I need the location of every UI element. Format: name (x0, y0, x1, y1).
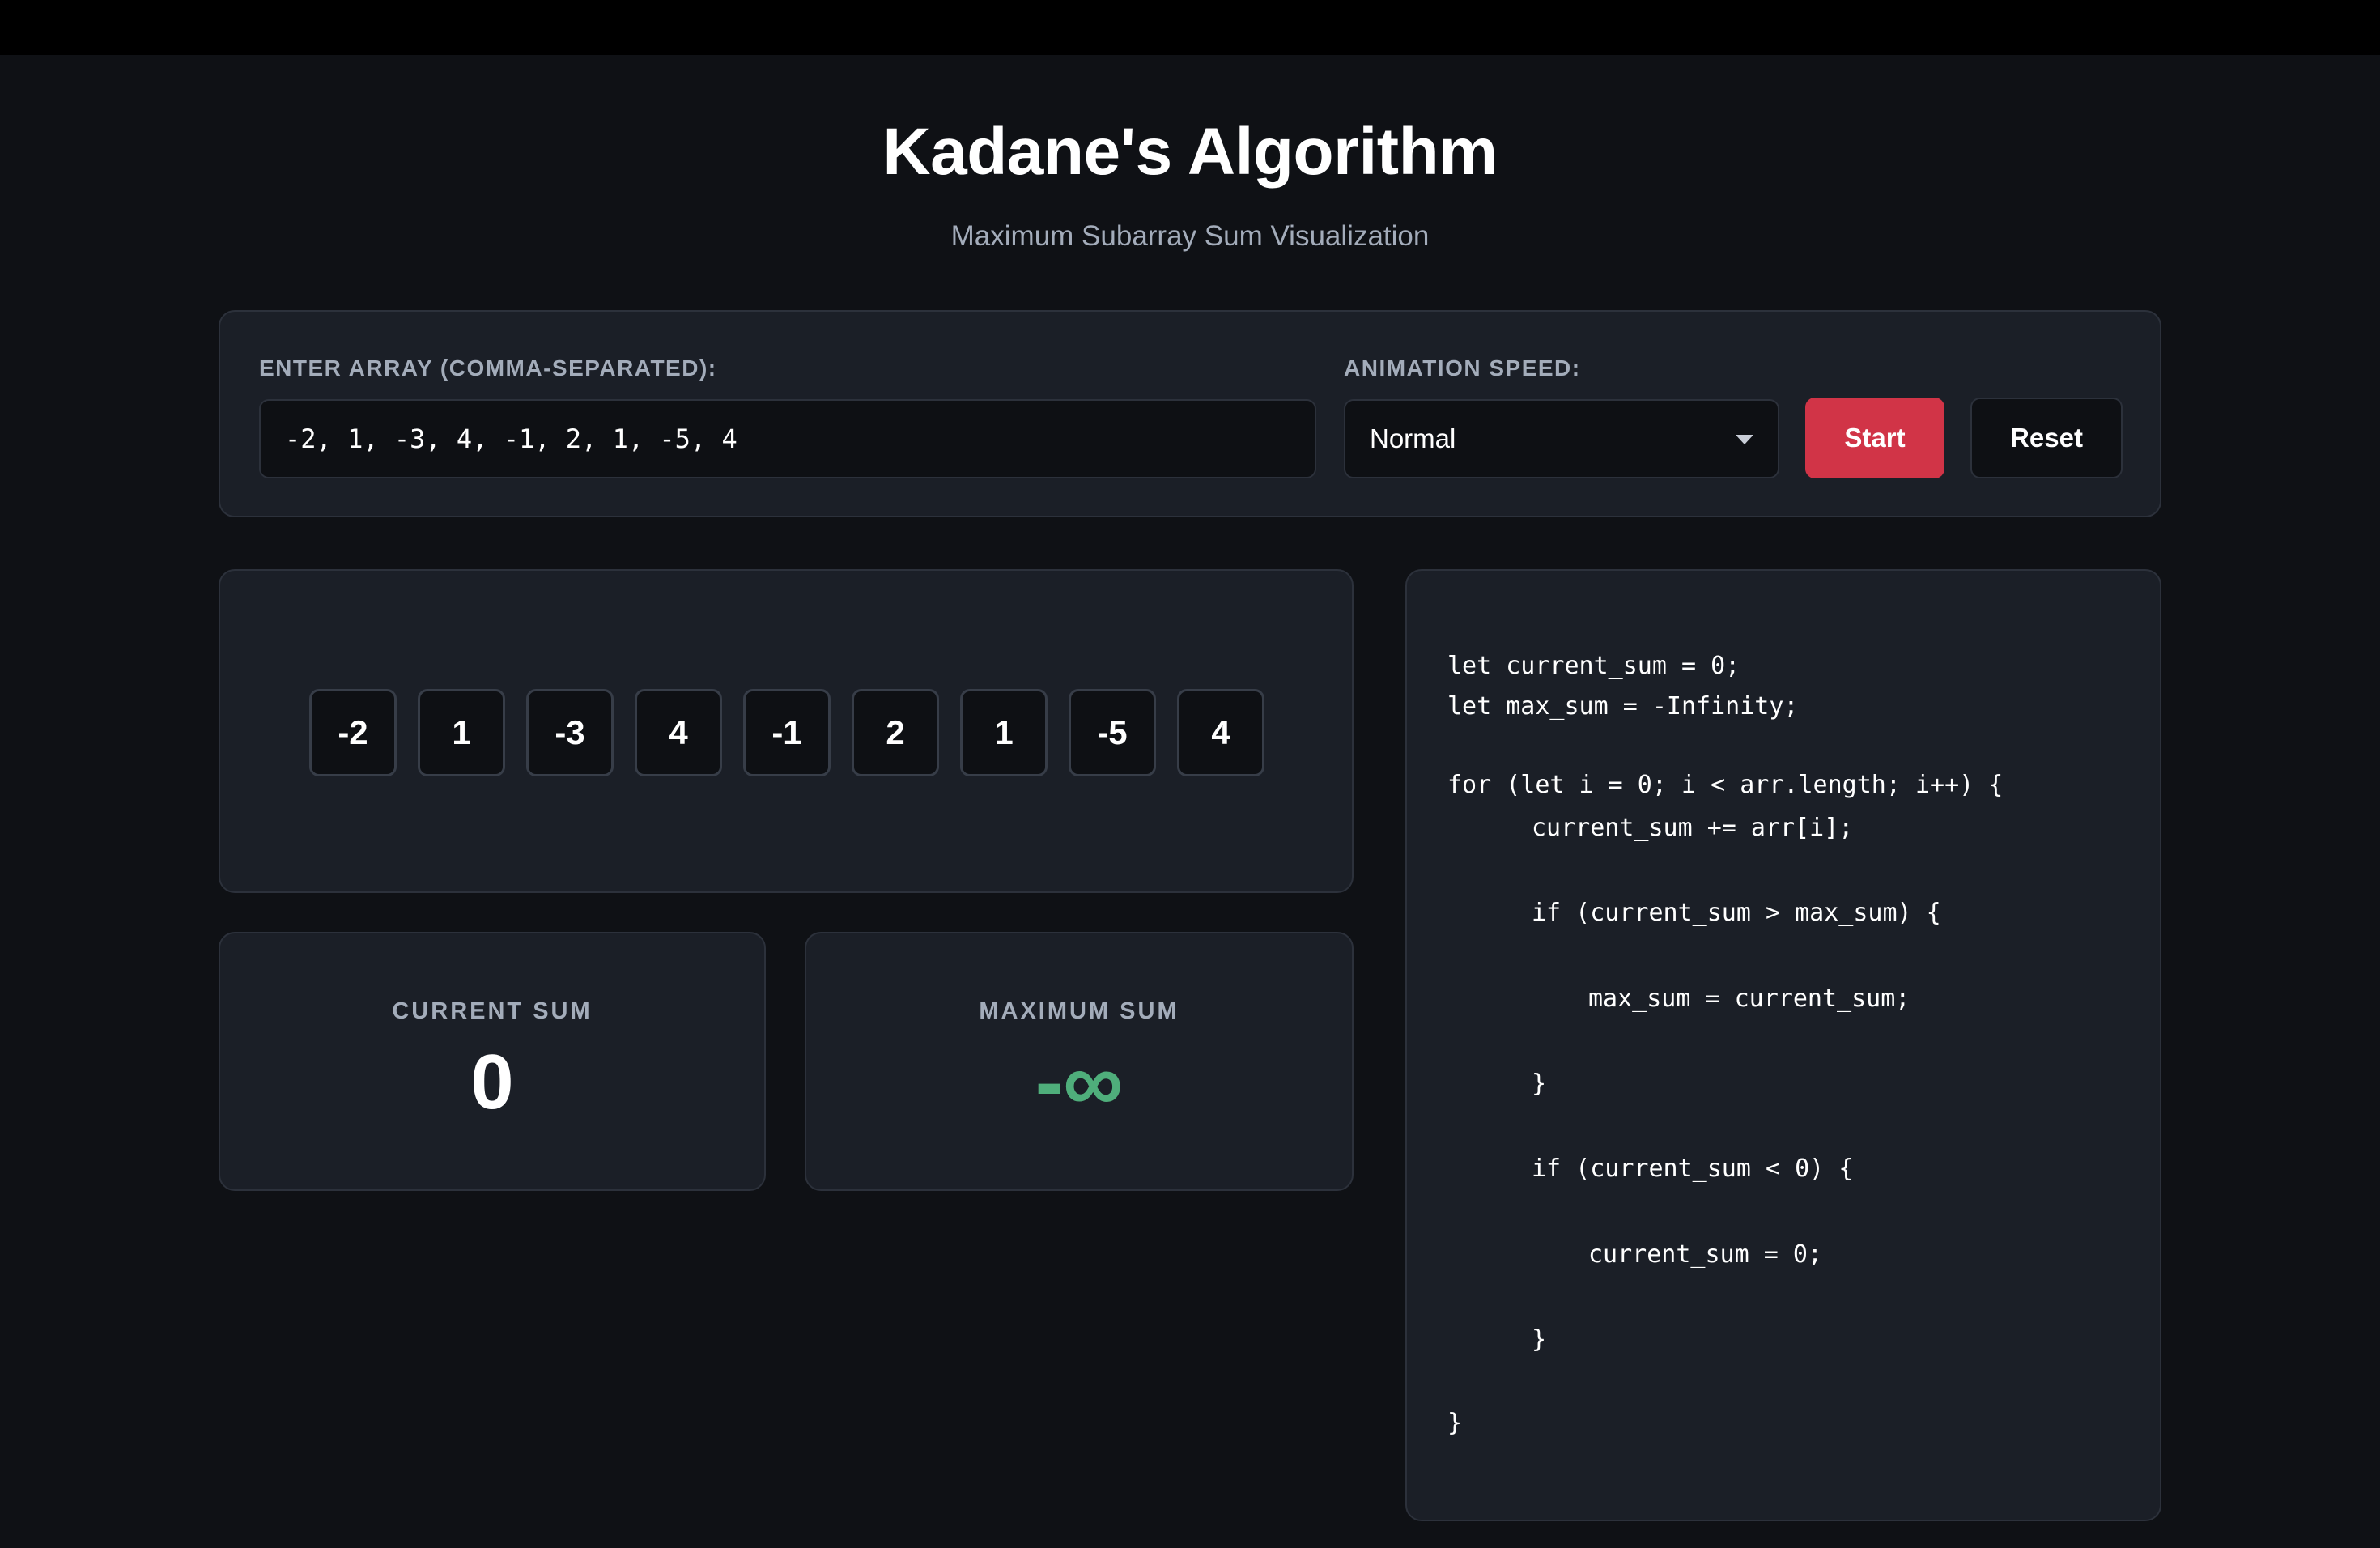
current-sum-card: CURRENT SUM 0 (219, 932, 766, 1191)
reset-button[interactable]: Reset (1970, 398, 2123, 478)
current-sum-label: CURRENT SUM (392, 998, 593, 1024)
array-input-label: ENTER ARRAY (COMMA-SEPARATED): (259, 355, 717, 381)
current-sum-value: 0 (470, 1039, 514, 1125)
maximum-sum-card: MAXIMUM SUM -∞ (805, 932, 1354, 1191)
array-cell: 4 (635, 689, 722, 776)
array-visualization-panel: -2 1 -3 4 -1 2 1 -5 4 (219, 569, 1354, 893)
code-line: } (1532, 1325, 1547, 1354)
code-line: current_sum += arr[i]; (1532, 814, 1854, 842)
array-cell: -5 (1069, 689, 1156, 776)
array-input[interactable] (259, 399, 1316, 478)
array-cell: -1 (743, 689, 831, 776)
controls-panel: ENTER ARRAY (COMMA-SEPARATED): ANIMATION… (219, 310, 2161, 517)
page-title: Kadane's Algorithm (882, 115, 1498, 189)
code-line: for (let i = 0; i < arr.length; i++) { (1447, 771, 2004, 799)
speed-select[interactable]: Normal (1344, 399, 1779, 478)
code-line: } (1532, 1070, 1547, 1098)
code-line: let max_sum = -Infinity; (1447, 692, 1799, 721)
code-line: } (1447, 1409, 1463, 1437)
code-panel: let current_sum = 0; let max_sum = -Infi… (1405, 569, 2161, 1521)
array-cell: -2 (309, 689, 397, 776)
maximum-sum-value: -∞ (1035, 1036, 1124, 1129)
array-cell: -3 (526, 689, 614, 776)
speed-label: ANIMATION SPEED: (1344, 355, 1581, 381)
array-cell: 1 (418, 689, 505, 776)
chevron-down-icon (1736, 435, 1753, 444)
code-line: current_sum = 0; (1588, 1240, 1822, 1269)
array-cells: -2 1 -3 4 -1 2 1 -5 4 (309, 689, 1264, 776)
code-line: max_sum = current_sum; (1588, 985, 1910, 1013)
code-line: if (current_sum > max_sum) { (1532, 899, 1941, 927)
code-line: if (current_sum < 0) { (1532, 1155, 1854, 1183)
window-top-bar (0, 0, 2380, 55)
array-cell: 2 (852, 689, 939, 776)
speed-selected-value: Normal (1370, 423, 1456, 453)
start-button[interactable]: Start (1805, 398, 1944, 478)
page-subtitle: Maximum Subarray Sum Visualization (950, 220, 1430, 252)
array-cell: 4 (1177, 689, 1264, 776)
maximum-sum-label: MAXIMUM SUM (979, 998, 1179, 1024)
code-line: let current_sum = 0; (1447, 652, 1740, 680)
array-cell: 1 (960, 689, 1048, 776)
